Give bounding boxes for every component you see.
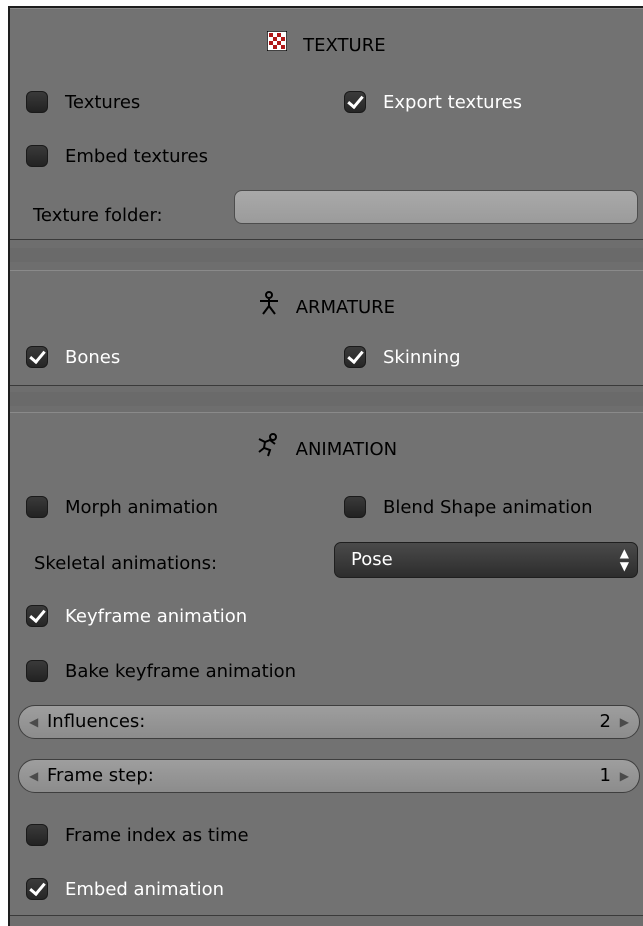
- texture-header[interactable]: TEXTURE: [10, 30, 643, 61]
- keyframe-animation-checkbox[interactable]: [26, 605, 48, 627]
- textures-checkbox[interactable]: [26, 91, 48, 113]
- blend-shape-checkbox-row[interactable]: Blend Shape animation: [344, 491, 593, 523]
- animation-title: ANIMATION: [295, 439, 398, 460]
- armature-title: ARMATURE: [295, 297, 396, 318]
- left-arrow-icon[interactable]: ◀: [29, 760, 38, 792]
- panel-divider: [10, 392, 643, 406]
- bones-label: Bones: [65, 346, 121, 368]
- skinning-checkbox-row[interactable]: Skinning: [344, 341, 461, 373]
- animation-panel: ANIMATION Morph animation Blend Shape an…: [10, 412, 643, 916]
- up-down-arrows-icon: ▲ ▼: [619, 546, 629, 573]
- texture-folder-input[interactable]: [234, 190, 638, 224]
- blend-shape-checkbox[interactable]: [344, 496, 366, 518]
- skeletal-animations-value: Pose: [351, 549, 393, 570]
- texture-title: TEXTURE: [303, 35, 386, 56]
- export-textures-label: Export textures: [383, 91, 523, 113]
- frame-index-label: Frame index as time: [65, 824, 249, 846]
- armature-header[interactable]: ARMATURE: [10, 291, 643, 321]
- influences-value: 2: [599, 711, 611, 732]
- texture-panel: TEXTURE Textures Export textures Embed t…: [10, 8, 643, 240]
- skeletal-animations-select[interactable]: Pose ▲ ▼: [334, 542, 638, 578]
- influences-field[interactable]: ◀ Influences: 2 ▶: [18, 705, 640, 739]
- running-figure-icon: [256, 433, 280, 467]
- export-textures-checkbox-row[interactable]: Export textures: [344, 86, 522, 118]
- embed-textures-label: Embed textures: [65, 145, 208, 167]
- keyframe-animation-label: Keyframe animation: [65, 605, 248, 627]
- frame-step-label: Frame step:: [47, 765, 154, 786]
- texture-folder-label: Texture folder:: [33, 205, 163, 226]
- skinning-label: Skinning: [383, 346, 461, 368]
- embed-textures-checkbox-row[interactable]: Embed textures: [26, 140, 208, 172]
- export-textures-checkbox[interactable]: [344, 91, 366, 113]
- textures-checkbox-row[interactable]: Textures: [26, 86, 140, 118]
- panel-divider: [10, 248, 643, 262]
- bake-keyframe-label: Bake keyframe animation: [65, 660, 297, 682]
- blend-shape-label: Blend Shape animation: [383, 496, 593, 518]
- bones-checkbox-row[interactable]: Bones: [26, 341, 120, 373]
- influences-label: Influences:: [47, 711, 146, 732]
- right-arrow-icon[interactable]: ▶: [620, 706, 629, 738]
- morph-animation-checkbox-row[interactable]: Morph animation: [26, 491, 218, 523]
- bones-checkbox[interactable]: [26, 346, 48, 368]
- frame-step-value: 1: [599, 765, 611, 786]
- embed-animation-checkbox-row[interactable]: Embed animation: [26, 873, 224, 905]
- left-arrow-icon[interactable]: ◀: [29, 706, 38, 738]
- checker-texture-icon: [266, 30, 289, 61]
- morph-animation-checkbox[interactable]: [26, 496, 48, 518]
- frame-index-checkbox[interactable]: [26, 824, 48, 846]
- keyframe-animation-checkbox-row[interactable]: Keyframe animation: [26, 600, 247, 632]
- morph-animation-label: Morph animation: [65, 496, 218, 518]
- bake-keyframe-checkbox[interactable]: [26, 660, 48, 682]
- textures-label: Textures: [65, 91, 141, 113]
- animation-header[interactable]: ANIMATION: [10, 433, 643, 463]
- embed-animation-checkbox[interactable]: [26, 878, 48, 900]
- frame-index-checkbox-row[interactable]: Frame index as time: [26, 819, 249, 851]
- embed-textures-checkbox[interactable]: [26, 145, 48, 167]
- export-settings-panel: TEXTURE Textures Export textures Embed t…: [8, 6, 643, 926]
- bake-keyframe-checkbox-row[interactable]: Bake keyframe animation: [26, 655, 296, 687]
- skinning-checkbox[interactable]: [344, 346, 366, 368]
- right-arrow-icon[interactable]: ▶: [620, 760, 629, 792]
- armature-panel: ARMATURE Bones Skinning: [10, 270, 643, 386]
- armature-figure-icon: [258, 291, 280, 325]
- frame-step-field[interactable]: ◀ Frame step: 1 ▶: [18, 759, 640, 793]
- embed-animation-label: Embed animation: [65, 878, 225, 900]
- skeletal-animations-label: Skeletal animations:: [34, 553, 218, 574]
